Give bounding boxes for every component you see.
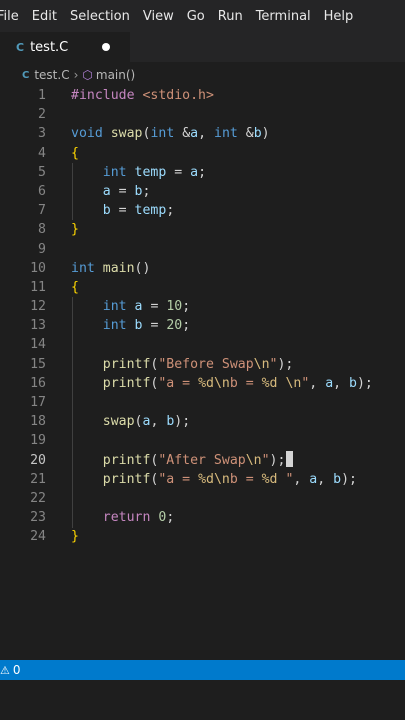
menu-edit[interactable]: Edit: [32, 9, 57, 24]
code-line[interactable]: 20 printf("After Swap\n");: [0, 450, 405, 470]
code-text[interactable]: return 0;: [71, 508, 175, 527]
code-line[interactable]: 1 #include <stdio.h>: [0, 86, 405, 105]
line-number: 5: [38, 164, 46, 180]
code-line[interactable]: 6 a = b;: [0, 182, 405, 201]
code-line[interactable]: 24}: [0, 527, 405, 546]
code-line[interactable]: 22: [0, 489, 405, 508]
line-number: 20: [30, 452, 46, 468]
code-line[interactable]: 9: [0, 240, 405, 259]
code-line[interactable]: 14: [0, 335, 405, 354]
code-text[interactable]: int temp = a;: [71, 163, 206, 182]
code-text[interactable]: swap(a, b);: [71, 412, 190, 431]
code-text[interactable]: int b = 20;: [71, 316, 190, 335]
menu-help[interactable]: Help: [324, 9, 354, 24]
line-number: 13: [30, 318, 46, 334]
unsaved-dot-icon[interactable]: [102, 43, 110, 51]
line-number: 15: [30, 356, 46, 372]
text-cursor: [286, 450, 294, 467]
code-text[interactable]: }: [71, 527, 79, 546]
code-line[interactable]: 4{: [0, 144, 405, 163]
indent-guide: [72, 162, 73, 221]
code-text[interactable]: b = temp;: [71, 201, 175, 220]
menu-run[interactable]: Run: [218, 9, 243, 24]
code-line[interactable]: 15 printf("Before Swap\n");: [0, 355, 405, 374]
line-number: 24: [30, 529, 46, 545]
code-line[interactable]: 8}: [0, 220, 405, 239]
code-line[interactable]: 13 int b = 20;: [0, 316, 405, 335]
line-number: 12: [30, 299, 46, 315]
line-number: 6: [38, 183, 46, 199]
line-number: 16: [30, 375, 46, 391]
code-line[interactable]: 18 swap(a, b);: [0, 412, 405, 431]
c-file-icon: C: [22, 69, 30, 81]
line-number: 19: [30, 433, 46, 449]
code-line[interactable]: 19: [0, 431, 405, 450]
line-number: 2: [38, 107, 46, 123]
code-line[interactable]: 5 int temp = a;: [0, 163, 405, 182]
line-number: 14: [30, 337, 46, 353]
line-number: 11: [30, 279, 46, 295]
tab-label: test.C: [30, 39, 69, 55]
menu-file[interactable]: File: [0, 9, 19, 24]
code-line[interactable]: 3 void swap(int &a, int &b): [0, 124, 405, 143]
code-line[interactable]: 10 int main(): [0, 259, 405, 278]
bottom-area: [0, 680, 405, 720]
warning-icon[interactable]: ⚠: [0, 664, 10, 677]
line-number: 3: [38, 126, 46, 142]
code-text[interactable]: {: [71, 278, 79, 297]
line-number: 21: [30, 471, 46, 487]
line-number: 17: [30, 395, 46, 410]
breadcrumb: C test.C › ⬡ main(): [0, 62, 405, 88]
code-text[interactable]: printf("After Swap\n");: [71, 450, 294, 470]
code-line[interactable]: 12 int a = 10;: [0, 297, 405, 316]
line-number: 18: [30, 414, 46, 430]
code-editor[interactable]: 1 #include <stdio.h> 2 3 void swap(int &a, i…: [0, 86, 405, 656]
code-text[interactable]: printf("a = %d\nb = %d \n", a, b);: [71, 374, 373, 393]
line-number: 9: [38, 241, 46, 257]
code-line[interactable]: 2: [0, 105, 405, 124]
code-text[interactable]: int a = 10;: [71, 297, 190, 316]
code-text[interactable]: printf("a = %d\nb = %d ", a, b);: [71, 470, 357, 489]
indent-guide: [72, 297, 73, 528]
code-text[interactable]: {: [71, 144, 79, 163]
code-text[interactable]: void swap(int &a, int &b): [71, 124, 270, 143]
menu-terminal[interactable]: Terminal: [256, 9, 311, 24]
breadcrumb-symbol[interactable]: main(): [96, 68, 135, 82]
menu-bar: File Edit Selection View Go Run Terminal Help: [0, 0, 405, 32]
line-number: 10: [30, 260, 46, 276]
line-number: 8: [38, 222, 46, 238]
code-text[interactable]: }: [71, 220, 79, 239]
code-line[interactable]: 17: [0, 393, 405, 412]
code-text[interactable]: #include <stdio.h>: [71, 86, 214, 105]
code-text[interactable]: printf("Before Swap\n");: [71, 355, 294, 374]
line-number: 22: [30, 490, 46, 506]
breadcrumb-file[interactable]: test.C: [34, 68, 69, 82]
line-number: 1: [38, 88, 46, 103]
menu-selection[interactable]: Selection: [70, 9, 130, 24]
code-line[interactable]: 23 return 0;: [0, 508, 405, 527]
line-number: 23: [30, 510, 46, 526]
c-file-icon: C: [16, 40, 25, 54]
problems-count[interactable]: 0: [13, 663, 21, 677]
menu-go[interactable]: Go: [187, 9, 205, 24]
tab-bar: C test.C: [0, 32, 405, 62]
line-number: 7: [38, 203, 46, 219]
code-line[interactable]: 16 printf("a = %d\nb = %d \n", a, b);: [0, 374, 405, 393]
code-line[interactable]: 21 printf("a = %d\nb = %d ", a, b);: [0, 470, 405, 489]
tab-test-c[interactable]: C test.C: [0, 32, 130, 62]
code-line[interactable]: 7 b = temp;: [0, 201, 405, 220]
status-bar: ⚠ 0: [0, 660, 405, 680]
function-cube-icon: ⬡: [82, 68, 93, 82]
line-number: 4: [38, 145, 46, 161]
code-text[interactable]: a = b;: [71, 182, 151, 201]
menu-view[interactable]: View: [143, 9, 174, 24]
code-text[interactable]: int main(): [71, 259, 150, 278]
code-line[interactable]: 11 {: [0, 278, 405, 297]
chevron-right-icon: ›: [73, 68, 79, 82]
